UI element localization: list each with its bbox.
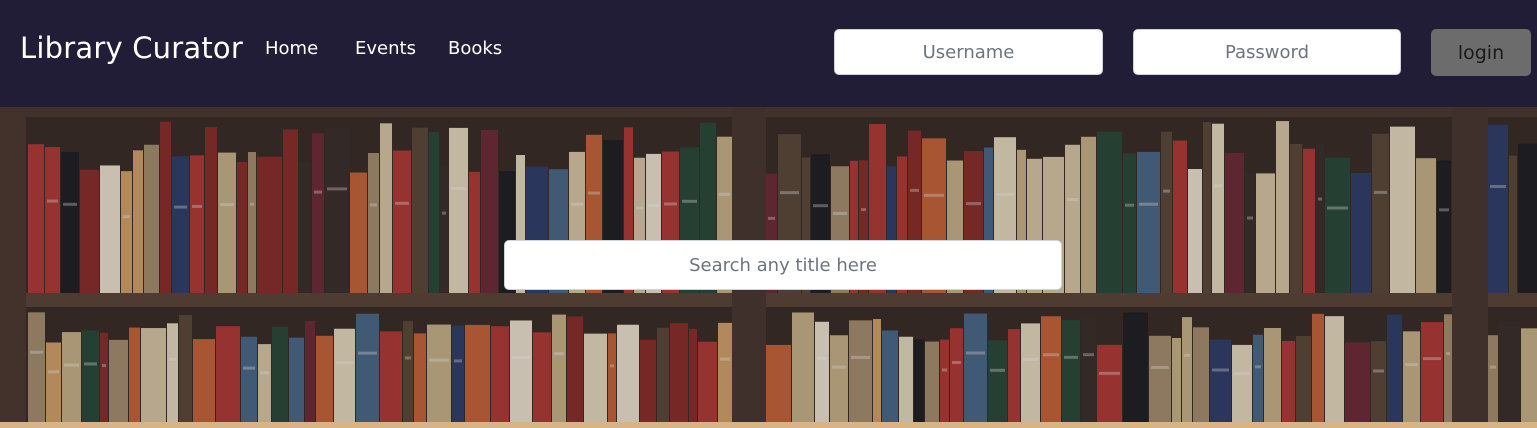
username-input[interactable] bbox=[834, 29, 1103, 75]
password-input[interactable] bbox=[1133, 29, 1401, 75]
nav-link-home[interactable]: Home bbox=[265, 36, 318, 62]
search-input[interactable] bbox=[504, 240, 1062, 290]
page-bottom-strip bbox=[0, 422, 1537, 428]
brand-title[interactable]: Library Curator bbox=[20, 28, 243, 68]
nav-link-books[interactable]: Books bbox=[448, 36, 502, 62]
nav-link-events[interactable]: Events bbox=[355, 36, 416, 62]
top-navbar: Library Curator Home Events Books login bbox=[0, 0, 1537, 107]
login-button[interactable]: login bbox=[1431, 29, 1531, 76]
